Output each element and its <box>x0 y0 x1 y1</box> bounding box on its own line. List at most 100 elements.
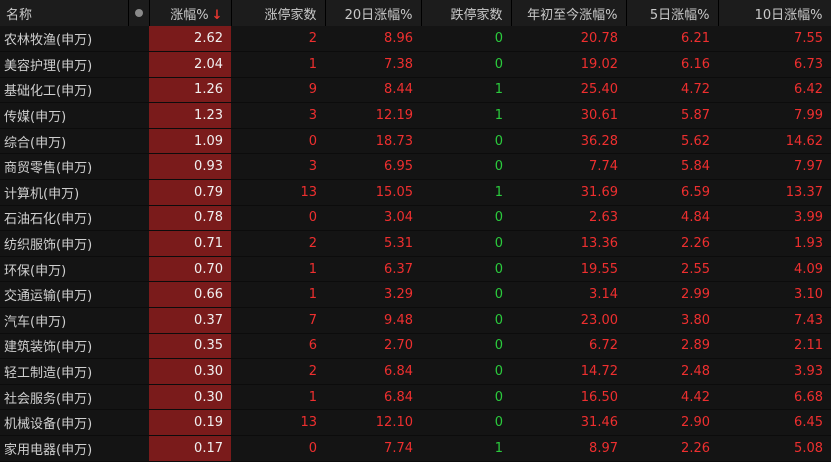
change-5d-cell: 2.90 <box>626 409 718 436</box>
column-header-limit-up[interactable]: 涨停家数 <box>231 0 326 26</box>
change-10d-cell: 6.45 <box>718 409 831 436</box>
sector-name: 社会服务(申万) <box>0 384 128 411</box>
dot-cell <box>128 179 149 206</box>
change-cell: 0.71 <box>149 230 231 257</box>
table-row[interactable]: 计算机(申万) 0.79 13 15.05 1 31.69 6.59 13.37 <box>0 179 831 206</box>
dot-cell <box>128 256 149 283</box>
table-row[interactable]: 机械设备(申万) 0.19 13 12.10 0 31.46 2.90 6.45 <box>0 409 831 436</box>
change-10d-cell: 2.11 <box>718 333 831 360</box>
limit-down-cell: 1 <box>421 77 511 104</box>
limit-down-cell: 0 <box>421 26 511 53</box>
table-row[interactable]: 交通运输(申万) 0.66 1 3.29 0 3.14 2.99 3.10 <box>0 281 831 309</box>
limit-down-cell: 1 <box>421 179 511 206</box>
table-row[interactable]: 家用电器(申万) 0.17 0 7.74 1 8.97 2.26 5.08 <box>0 435 831 462</box>
table-row[interactable]: 基础化工(申万) 1.26 9 8.44 1 25.40 4.72 6.42 <box>0 77 831 104</box>
change-5d-cell: 4.42 <box>626 384 718 411</box>
limit-up-cell: 3 <box>231 153 325 181</box>
limit-up-cell: 2 <box>231 26 325 53</box>
limit-up-cell: 1 <box>231 51 325 78</box>
ytd-cell: 23.00 <box>511 307 626 334</box>
sector-name: 基础化工(申万) <box>0 77 128 104</box>
ytd-cell: 14.72 <box>511 358 626 385</box>
dot-cell <box>128 51 149 78</box>
table-row[interactable]: 环保(申万) 0.70 1 6.37 0 19.55 2.55 4.09 <box>0 256 831 283</box>
change-cell: 0.30 <box>149 358 231 385</box>
table-row[interactable]: 综合(申万) 1.09 0 18.73 0 36.28 5.62 14.62 <box>0 128 831 155</box>
column-header-dot[interactable] <box>128 0 150 26</box>
change-cell: 0.30 <box>149 384 231 411</box>
change-10d-cell: 3.93 <box>718 358 831 385</box>
ytd-cell: 31.69 <box>511 179 626 206</box>
limit-up-cell: 0 <box>231 435 325 462</box>
change-cell: 1.09 <box>149 128 231 155</box>
change-20d-cell: 6.95 <box>325 153 421 181</box>
change-cell: 1.23 <box>149 102 231 129</box>
sector-name: 石油石化(申万) <box>0 205 128 232</box>
limit-down-cell: 0 <box>421 281 511 309</box>
change-cell: 1.26 <box>149 77 231 104</box>
change-5d-cell: 2.26 <box>626 230 718 257</box>
change-5d-cell: 4.72 <box>626 77 718 104</box>
sector-name: 建筑装饰(申万) <box>0 333 128 360</box>
change-10d-cell: 13.37 <box>718 179 831 206</box>
change-10d-cell: 7.97 <box>718 153 831 181</box>
column-header-name[interactable]: 名称 <box>0 0 129 26</box>
limit-down-cell: 0 <box>421 409 511 436</box>
dot-cell <box>128 230 149 257</box>
change-20d-cell: 6.37 <box>325 256 421 283</box>
change-5d-cell: 6.59 <box>626 179 718 206</box>
table-row[interactable]: 纺织服饰(申万) 0.71 2 5.31 0 13.36 2.26 1.93 <box>0 230 831 257</box>
change-cell: 0.17 <box>149 435 231 462</box>
change-5d-cell: 5.84 <box>626 153 718 181</box>
table-header: 名称 涨幅% ↓ 涨停家数 20日涨幅% 跌停家数 年初至今涨幅% 5日涨幅% 1… <box>0 0 831 26</box>
limit-up-cell: 2 <box>231 230 325 257</box>
change-cell: 0.79 <box>149 179 231 206</box>
dot-cell <box>128 153 149 181</box>
change-20d-cell: 8.96 <box>325 26 421 53</box>
dot-cell <box>128 205 149 232</box>
limit-down-cell: 0 <box>421 153 511 181</box>
change-10d-cell: 5.08 <box>718 435 831 462</box>
change-cell: 0.19 <box>149 409 231 436</box>
change-10d-cell: 14.62 <box>718 128 831 155</box>
dot-cell <box>128 384 149 411</box>
dot-cell <box>128 333 149 360</box>
ytd-cell: 25.40 <box>511 77 626 104</box>
dot-cell <box>128 26 149 53</box>
table-row[interactable]: 轻工制造(申万) 0.30 2 6.84 0 14.72 2.48 3.93 <box>0 358 831 385</box>
column-header-ytd[interactable]: 年初至今涨幅% <box>511 0 627 26</box>
sort-desc-icon: ↓ <box>211 7 223 23</box>
column-header-20d[interactable]: 20日涨幅% <box>325 0 422 26</box>
table-row[interactable]: 美容护理(申万) 2.04 1 7.38 0 19.02 6.16 6.73 <box>0 51 831 78</box>
sector-name: 商贸零售(申万) <box>0 153 128 181</box>
limit-up-cell: 3 <box>231 102 325 129</box>
change-10d-cell: 3.10 <box>718 281 831 309</box>
limit-down-cell: 0 <box>421 333 511 360</box>
change-cell: 0.66 <box>149 281 231 309</box>
table-row[interactable]: 汽车(申万) 0.37 7 9.48 0 23.00 3.80 7.43 <box>0 307 831 334</box>
column-header-limit-down[interactable]: 跌停家数 <box>421 0 512 26</box>
column-header-10d[interactable]: 10日涨幅% <box>718 0 831 26</box>
change-5d-cell: 2.99 <box>626 281 718 309</box>
table-row[interactable]: 传媒(申万) 1.23 3 12.19 1 30.61 5.87 7.99 <box>0 102 831 129</box>
sector-name: 综合(申万) <box>0 128 128 155</box>
change-20d-cell: 7.38 <box>325 51 421 78</box>
dot-cell <box>128 409 149 436</box>
column-header-5d[interactable]: 5日涨幅% <box>626 0 719 26</box>
ytd-cell: 30.61 <box>511 102 626 129</box>
dot-cell <box>128 435 149 462</box>
limit-down-cell: 0 <box>421 205 511 232</box>
table-row[interactable]: 社会服务(申万) 0.30 1 6.84 0 16.50 4.42 6.68 <box>0 384 831 411</box>
sector-name: 轻工制造(申万) <box>0 358 128 385</box>
ytd-cell: 6.72 <box>511 333 626 360</box>
column-header-change[interactable]: 涨幅% ↓ <box>149 0 232 26</box>
table-row[interactable]: 农林牧渔(申万) 2.62 2 8.96 0 20.78 6.21 7.55 <box>0 26 831 53</box>
limit-down-cell: 0 <box>421 307 511 334</box>
change-cell: 2.04 <box>149 51 231 78</box>
table-row[interactable]: 建筑装饰(申万) 0.35 6 2.70 0 6.72 2.89 2.11 <box>0 333 831 360</box>
table-row[interactable]: 石油石化(申万) 0.78 0 3.04 0 2.63 4.84 3.99 <box>0 205 831 232</box>
change-20d-cell: 18.73 <box>325 128 421 155</box>
limit-down-cell: 0 <box>421 128 511 155</box>
ytd-cell: 3.14 <box>511 281 626 309</box>
table-row[interactable]: 商贸零售(申万) 0.93 3 6.95 0 7.74 5.84 7.97 <box>0 153 831 181</box>
